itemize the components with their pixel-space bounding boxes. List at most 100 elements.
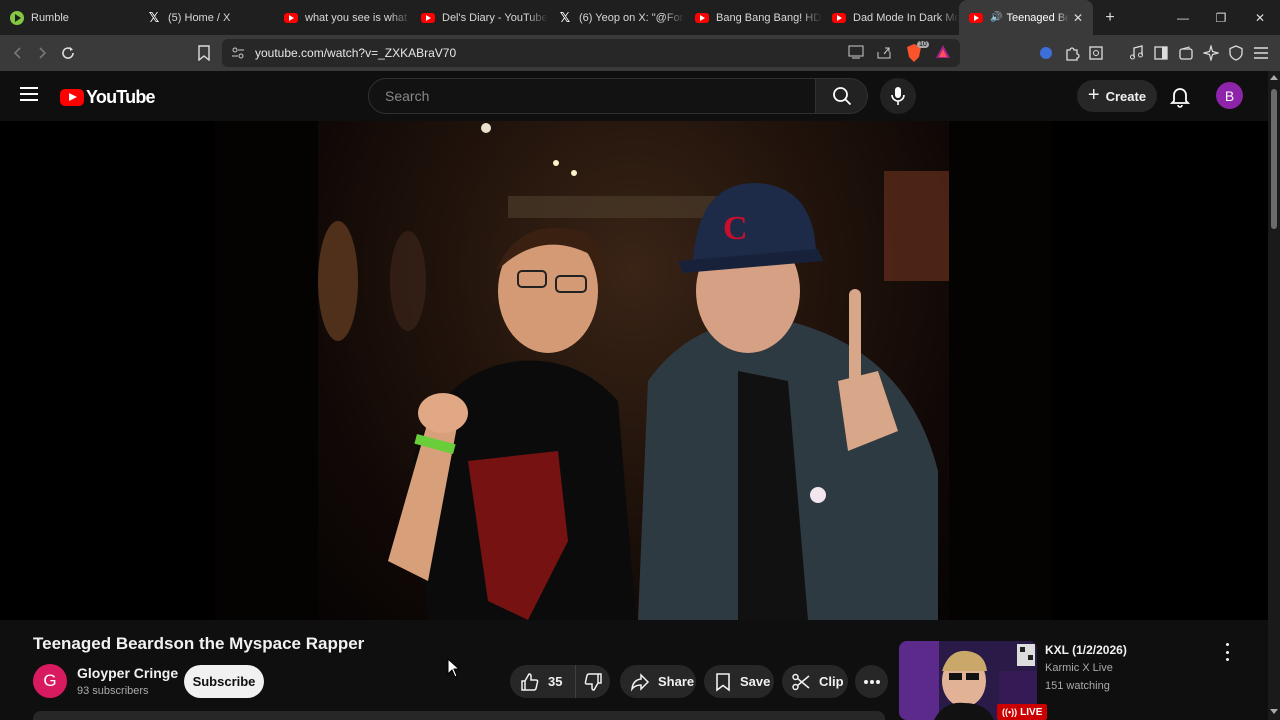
rumble-icon bbox=[10, 10, 24, 25]
shields-badge: 10 bbox=[917, 41, 929, 48]
browser-tab[interactable]: 𝕏 (6) Yeop on X: "@Forsen bbox=[548, 0, 685, 35]
bookmark-icon[interactable] bbox=[194, 43, 214, 63]
restore-button[interactable]: ❐ bbox=[1202, 0, 1240, 35]
share-icon bbox=[630, 672, 650, 692]
extension-icon[interactable] bbox=[1036, 43, 1056, 63]
music-icon[interactable] bbox=[1126, 43, 1146, 63]
browser-tab[interactable]: 𝕏 (5) Home / X bbox=[137, 0, 274, 35]
cast-icon[interactable] bbox=[848, 45, 864, 64]
like-dislike-group: 35 bbox=[510, 665, 610, 698]
video-frame-illustration: C bbox=[318, 123, 949, 620]
browser-tab[interactable]: what you see is what you get bbox=[274, 0, 411, 35]
browser-tab[interactable]: Dad Mode In Dark Mode bbox=[822, 0, 959, 35]
voice-search-button[interactable] bbox=[880, 78, 916, 114]
minimize-button[interactable]: ― bbox=[1164, 0, 1202, 35]
scroll-up-arrow-icon[interactable] bbox=[1270, 75, 1278, 80]
live-badge: ((•)) LIVE bbox=[997, 704, 1048, 720]
browser-tab[interactable]: Bang Bang Bang! HD bbox=[685, 0, 822, 35]
tab-title: Rumble bbox=[31, 11, 69, 24]
youtube-icon bbox=[284, 11, 298, 25]
clip-label: Clip bbox=[819, 674, 844, 689]
plus-icon: + bbox=[1087, 83, 1100, 106]
x-icon: 𝕏 bbox=[148, 9, 160, 25]
youtube-icon bbox=[969, 11, 983, 25]
back-button[interactable] bbox=[8, 43, 28, 63]
tab-title: Teenaged Beardson bbox=[1006, 11, 1069, 24]
reload-button[interactable] bbox=[58, 43, 78, 63]
forward-button[interactable] bbox=[32, 43, 52, 63]
youtube-icon bbox=[832, 11, 846, 25]
search-box[interactable] bbox=[368, 78, 816, 114]
scissors-icon bbox=[792, 673, 810, 690]
url-text[interactable]: youtube.com/watch?v=_ZXKABraV70 bbox=[255, 46, 456, 60]
search-input[interactable] bbox=[369, 79, 769, 113]
tab-title: Del's Diary - YouTube bbox=[442, 11, 548, 24]
youtube-logo-text: YouTube bbox=[86, 87, 156, 107]
youtube-logo[interactable]: YouTube bbox=[60, 87, 156, 108]
window-close-button[interactable]: ✕ bbox=[1241, 0, 1279, 35]
video-title: Teenaged Beardson the Myspace Rapper bbox=[33, 634, 365, 653]
tab-title: Bang Bang Bang! HD bbox=[716, 11, 822, 24]
page-scrollbar[interactable] bbox=[1268, 71, 1280, 720]
leo-ai-icon[interactable] bbox=[1201, 43, 1221, 63]
tab-close-icon[interactable]: ✕ bbox=[1069, 11, 1087, 25]
clip-button[interactable]: Clip bbox=[782, 665, 848, 698]
brave-rewards-icon[interactable] bbox=[935, 44, 951, 65]
create-button[interactable]: + Create bbox=[1077, 80, 1157, 112]
save-label: Save bbox=[740, 674, 771, 689]
live-label: LIVE bbox=[1020, 706, 1043, 718]
x-icon: 𝕏 bbox=[559, 9, 571, 25]
youtube-logo-icon bbox=[60, 89, 84, 106]
share-label: Share bbox=[658, 674, 695, 689]
screenshot-icon[interactable] bbox=[1086, 43, 1106, 63]
more-horizontal-icon bbox=[863, 679, 880, 684]
like-count: 35 bbox=[548, 674, 563, 689]
browser-menu-icon[interactable] bbox=[1251, 43, 1271, 63]
vpn-shield-icon[interactable] bbox=[1226, 43, 1246, 63]
channel-avatar[interactable]: G bbox=[33, 664, 67, 698]
save-bookmark-icon bbox=[716, 672, 730, 692]
video-frame-photo: C bbox=[318, 121, 949, 620]
suggested-watching-count: 151 watching bbox=[1045, 680, 1110, 692]
suggested-video-title[interactable]: KXL (1/2/2026) bbox=[1045, 643, 1127, 657]
like-button[interactable]: 35 bbox=[510, 665, 576, 698]
new-tab-button[interactable]: + bbox=[1093, 9, 1127, 27]
create-label: Create bbox=[1105, 88, 1147, 104]
account-avatar[interactable]: B bbox=[1216, 82, 1243, 109]
save-button[interactable]: Save bbox=[704, 665, 774, 698]
search-icon bbox=[832, 87, 851, 106]
browser-tab[interactable]: Del's Diary - YouTube bbox=[411, 0, 548, 35]
site-settings-icon[interactable] bbox=[231, 46, 245, 65]
microphone-icon bbox=[891, 87, 905, 105]
subscribe-button[interactable]: Subscribe bbox=[184, 665, 264, 698]
description-box[interactable] bbox=[33, 711, 885, 720]
sidebar-icon[interactable] bbox=[1151, 43, 1171, 63]
dislike-button[interactable] bbox=[576, 665, 610, 698]
notifications-bell-icon[interactable] bbox=[1168, 84, 1192, 108]
browser-tab[interactable]: Rumble bbox=[0, 0, 137, 35]
browser-tab-active[interactable]: 🔊 Teenaged Beardson ✕ bbox=[959, 0, 1093, 35]
tab-title: (6) Yeop on X: "@Forsen bbox=[579, 11, 685, 24]
more-vertical-icon[interactable] bbox=[1220, 643, 1234, 661]
address-bar[interactable]: youtube.com/watch?v=_ZXKABraV70 10 bbox=[222, 39, 960, 67]
speaker-icon: 🔊 bbox=[990, 12, 1003, 23]
search-button[interactable] bbox=[816, 78, 868, 114]
browser-toolbar: youtube.com/watch?v=_ZXKABraV70 10 bbox=[0, 35, 1280, 71]
cap-logo: C bbox=[723, 210, 748, 247]
youtube-masthead: YouTube + Create B bbox=[0, 71, 1268, 121]
share-button[interactable]: Share bbox=[620, 665, 696, 698]
channel-name[interactable]: Gloyper Cringe bbox=[77, 665, 178, 681]
scroll-down-arrow-icon[interactable] bbox=[1270, 709, 1278, 714]
browser-tab-strip: Rumble 𝕏 (5) Home / X what you see is wh… bbox=[0, 0, 1280, 35]
suggested-channel-name[interactable]: Karmic X Live bbox=[1045, 662, 1113, 674]
guide-menu-icon[interactable] bbox=[20, 87, 38, 101]
wallet-icon[interactable] bbox=[1176, 43, 1196, 63]
video-player[interactable]: C bbox=[0, 121, 1268, 620]
more-actions-button[interactable] bbox=[855, 665, 888, 698]
live-broadcast-icon: ((•)) bbox=[1002, 707, 1018, 717]
thumbs-down-icon bbox=[584, 672, 602, 691]
extensions-puzzle-icon[interactable] bbox=[1062, 43, 1082, 63]
scrollbar-thumb[interactable] bbox=[1271, 89, 1277, 229]
tab-title: Dad Mode In Dark Mode bbox=[853, 11, 959, 24]
share-page-icon[interactable] bbox=[876, 45, 892, 64]
